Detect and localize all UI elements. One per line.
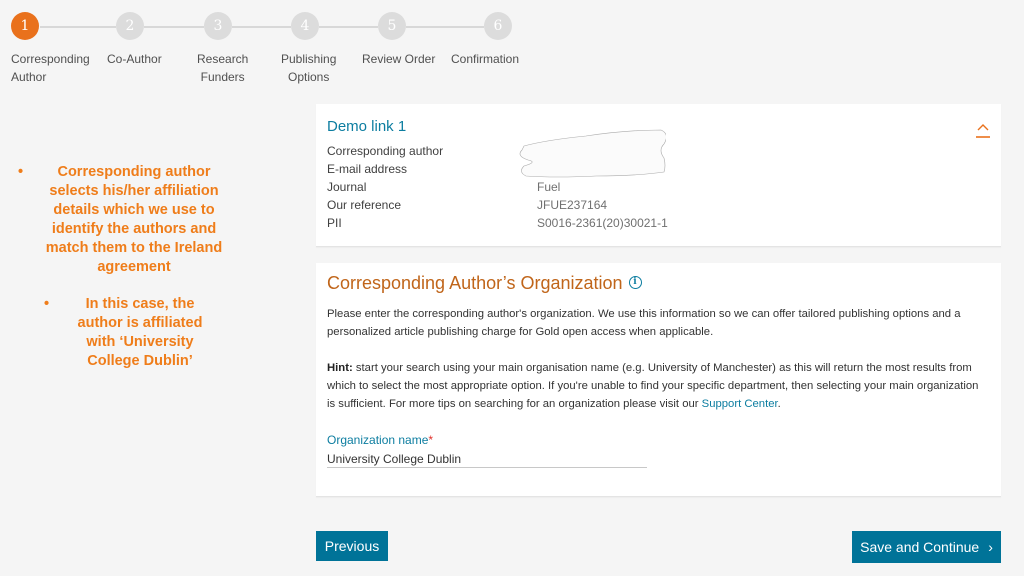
progress-stepper: 1 2 3 4 5 6 Corresponding Author Co-Auth… [0,0,540,95]
step-label-line: Confirmation [451,52,520,66]
required-marker: * [428,433,434,447]
step-label-line: Co-Author [107,52,162,66]
step-6-indicator: 6 [484,12,512,40]
hint-end: . [777,398,781,410]
email-address-label: E-mail address [327,162,408,176]
step-label-line: Review Order [362,52,436,66]
info-icon[interactable]: i [628,275,642,289]
annotation-callout: • Corresponding author selects his/her a… [18,163,230,371]
step-label-line: Options [288,70,330,84]
step-6-label: Confirmation [451,50,519,68]
journal-value: Fuel [537,180,561,194]
journal-label: Journal [327,180,367,194]
chevron-up-icon [976,124,990,138]
step-connector [319,26,378,28]
hint-body: start your search using your main organi… [327,362,979,410]
previous-button-label: Previous [324,538,380,554]
save-and-continue-button[interactable]: Save and Continue › [852,531,1001,563]
chevron-right-icon: › [988,539,993,555]
previous-button[interactable]: Previous [316,531,388,561]
step-2-indicator: 2 [116,12,144,40]
pii-label: PII [327,216,342,230]
step-connector [40,26,116,28]
article-title-link[interactable]: Demo link 1 [327,118,406,135]
redacted-author-details [519,129,666,178]
bullet-glyph: • [44,296,50,312]
step-connector [406,26,484,28]
step-4-label: Publishing Options [281,50,336,86]
pii-value: S0016-2361(20)30021-1 [537,216,668,230]
step-label-line: Corresponding [11,52,90,66]
step-label-line: Research [197,52,249,66]
annotation-bullet: • Corresponding author selects his/her a… [18,163,230,277]
annotation-bullet: • In this case, the author is affiliated… [18,295,230,371]
step-label-line: Author [11,70,47,84]
annotation-text: Corresponding author selects his/her aff… [45,164,223,275]
hint-label: Hint: [327,362,353,374]
step-4-indicator: 4 [291,12,319,40]
section-title-text: Corresponding Author’s Organization [327,273,623,293]
organization-card: Corresponding Author’s Organization i Ple… [316,263,1001,497]
organization-name-label: Organization name* [327,433,433,447]
step-3-indicator: 3 [204,12,232,40]
field-label-text: Organization name [327,433,429,447]
our-reference-value: JFUE237164 [537,198,608,212]
our-reference-label: Our reference [327,198,402,212]
collapse-button[interactable] [975,120,991,144]
step-3-label: Research Funders [197,50,248,86]
hint-text: Hint: start your search using your main … [327,359,987,413]
step-label-line: Publishing [281,52,337,66]
step-5-label: Review Order [362,50,435,68]
step-connector [144,26,204,28]
intro-text: Please enter the corresponding author's … [327,308,961,338]
step-1-label[interactable]: Corresponding Author [11,50,90,86]
step-connector [232,26,291,28]
step-2-label: Co-Author [107,50,162,68]
save-button-label: Save and Continue [860,539,980,555]
corresponding-author-label: Corresponding author [327,144,444,158]
bullet-glyph: • [18,164,24,180]
manuscript-summary-card: Demo link 1 Corresponding author E-mail … [316,104,1001,247]
section-title: Corresponding Author’s Organization i [327,273,642,294]
organization-name-input[interactable] [327,450,647,468]
annotation-text: In this case, the author is affiliated w… [77,296,203,369]
support-center-link[interactable]: Support Center [702,398,778,410]
step-label-line: Funders [200,70,245,84]
step-5-indicator: 5 [378,12,406,40]
step-1-indicator[interactable]: 1 [11,12,39,40]
